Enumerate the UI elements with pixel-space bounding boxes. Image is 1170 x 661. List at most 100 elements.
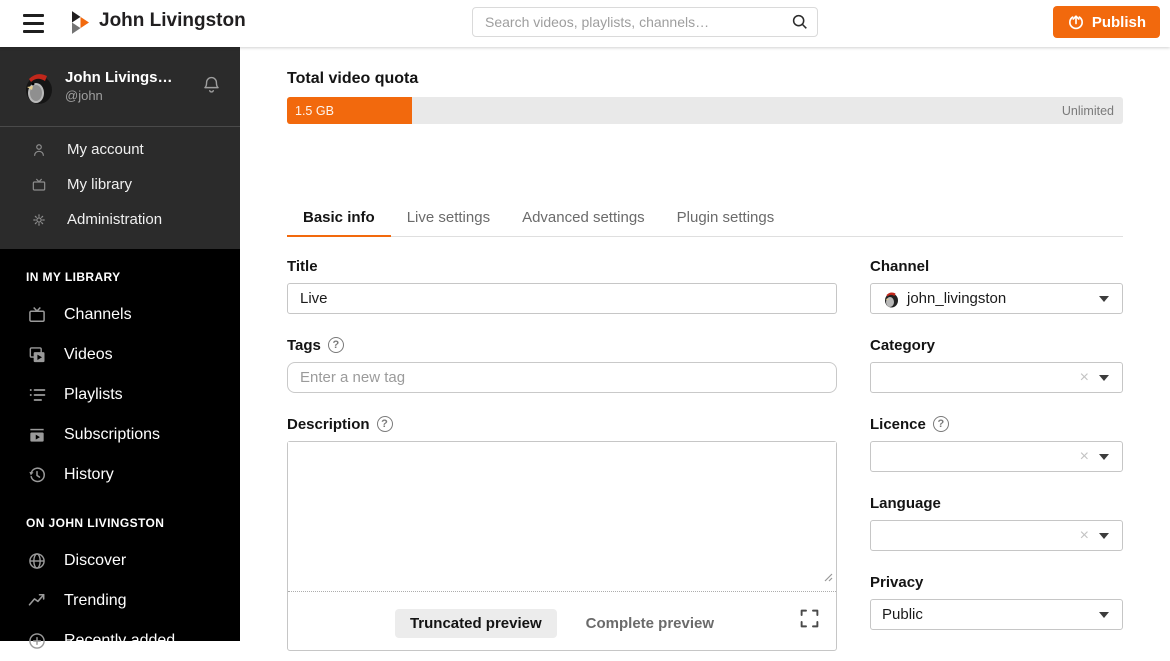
quota-used-label: 1.5 GB (295, 103, 334, 118)
category-label: Category (870, 336, 936, 354)
side-item-label: Trending (64, 592, 127, 609)
chevron-down-icon (1099, 374, 1109, 381)
user-handle: @john (65, 87, 103, 103)
sidebar-account-menu: My account My library Administration (0, 127, 240, 249)
tags-label: Tags (287, 336, 321, 354)
sidebar-user-block: John Livings… @john (0, 47, 240, 127)
tab-live-settings[interactable]: Live settings (391, 206, 506, 236)
licence-field: Licence ? × (870, 415, 1123, 472)
side-item-label: Videos (64, 346, 113, 363)
channel-select[interactable]: john_livingston (870, 283, 1123, 314)
licence-label: Licence (870, 415, 926, 433)
sidebar-item-recently-added[interactable]: Recently added (0, 621, 240, 661)
videos-icon (26, 345, 47, 365)
user-name[interactable]: John Livings… (65, 69, 173, 88)
peertube-logo-icon[interactable] (72, 11, 89, 39)
quota-total-label: Unlimited (1061, 103, 1114, 118)
description-preview-bar: Truncated preview Complete preview (288, 591, 836, 650)
tab-advanced-settings[interactable]: Advanced settings (506, 206, 661, 236)
notifications-bell-icon[interactable] (201, 74, 222, 99)
plus-circle-icon (26, 631, 47, 651)
sidebar-item-channels[interactable]: Channels (0, 295, 240, 335)
side-item-label: Subscriptions (64, 426, 161, 443)
user-avatar[interactable] (20, 69, 56, 105)
sidebar-item-playlists[interactable]: Playlists (0, 375, 240, 415)
tags-input[interactable] (287, 362, 837, 393)
category-select[interactable]: × (870, 362, 1123, 393)
person-icon (30, 142, 47, 158)
clear-icon[interactable]: × (1080, 527, 1089, 544)
tab-basic-info[interactable]: Basic info (287, 206, 391, 237)
channel-field: Channel john_livingston (870, 257, 1123, 314)
chevron-down-icon (1099, 532, 1109, 539)
description-label: Description (287, 415, 370, 433)
sidebar-item-subscriptions[interactable]: Subscriptions (0, 415, 240, 455)
upload-icon (1067, 13, 1085, 31)
menu-label: My account (67, 141, 144, 158)
description-field: Description ? Truncated preview Complete… (287, 415, 837, 651)
chevron-down-icon (1099, 611, 1109, 618)
language-select[interactable]: × (870, 520, 1123, 551)
channel-avatar (882, 290, 900, 308)
channel-value: john_livingston (907, 290, 1007, 307)
search-input[interactable] (473, 14, 783, 30)
sidebar-item-videos[interactable]: Videos (0, 335, 240, 375)
search-icon[interactable] (783, 13, 817, 31)
sidebar: John Livings… @john My account My librar… (0, 47, 240, 649)
privacy-select[interactable]: Public (870, 599, 1123, 630)
sidebar-item-discover[interactable]: Discover (0, 541, 240, 581)
sidebar-item-trending[interactable]: Trending (0, 581, 240, 621)
description-help-icon[interactable]: ? (376, 416, 393, 432)
menu-label: My library (67, 176, 133, 193)
subscriptions-icon (26, 425, 47, 445)
privacy-field: Privacy Public (870, 573, 1123, 630)
playlist-icon (26, 385, 47, 405)
truncated-preview-button[interactable]: Truncated preview (394, 609, 557, 638)
licence-help-icon[interactable]: ? (932, 416, 949, 432)
side-item-label: Playlists (64, 386, 123, 403)
globe-icon (26, 551, 47, 571)
sidebar-item-history[interactable]: History (0, 455, 240, 495)
tags-help-icon[interactable]: ? (327, 337, 344, 353)
chevron-down-icon (1099, 453, 1109, 460)
clear-icon[interactable]: × (1080, 448, 1089, 465)
category-field: Category × (870, 336, 1123, 393)
search-box (472, 7, 818, 37)
channel-label: Channel (870, 257, 930, 275)
complete-preview-button[interactable]: Complete preview (571, 609, 729, 638)
language-label: Language (870, 494, 941, 512)
title-label: Title (287, 257, 318, 275)
quota-progress-bar: 1.5 GB Unlimited (287, 97, 1123, 124)
top-bar: John Livingston Publish (0, 0, 1170, 47)
sidebar-section-on-instance: ON JOHN LIVINGSTON Discover Trending Rec… (0, 516, 240, 661)
publish-label: Publish (1091, 13, 1146, 31)
settings-tabs: Basic info Live settings Advanced settin… (287, 206, 1123, 237)
tv-icon (30, 177, 47, 193)
side-item-label: Recently added (64, 632, 176, 649)
description-box: Truncated preview Complete preview (287, 441, 837, 651)
clear-icon[interactable]: × (1080, 369, 1089, 386)
side-item-label: Channels (64, 306, 132, 323)
sidebar-item-my-account[interactable]: My account (0, 132, 240, 167)
side-item-label: Discover (64, 552, 127, 569)
main-content: Total video quota 1.5 GB Unlimited Basic… (240, 47, 1170, 651)
menu-toggle-icon[interactable] (23, 14, 44, 33)
tv-icon (26, 305, 47, 325)
resize-handle-icon[interactable] (823, 569, 833, 587)
title-field: Title (287, 257, 837, 314)
privacy-label: Privacy (870, 573, 924, 591)
publish-button[interactable]: Publish (1052, 6, 1160, 38)
sidebar-item-administration[interactable]: Administration (0, 202, 240, 237)
instance-title[interactable]: John Livingston (99, 10, 246, 32)
menu-label: Administration (67, 211, 163, 228)
sidebar-item-my-library[interactable]: My library (0, 167, 240, 202)
tab-plugin-settings[interactable]: Plugin settings (661, 206, 791, 236)
licence-select[interactable]: × (870, 441, 1123, 472)
sidebar-section-in-my-library: IN MY LIBRARY Channels Videos Playlists … (0, 270, 240, 495)
section-title: ON JOHN LIVINGSTON (26, 516, 165, 530)
section-title: IN MY LIBRARY (26, 270, 121, 284)
title-input[interactable] (287, 283, 837, 314)
privacy-value: Public (882, 606, 923, 623)
description-textarea[interactable] (288, 442, 836, 591)
maximize-icon[interactable] (799, 608, 820, 632)
